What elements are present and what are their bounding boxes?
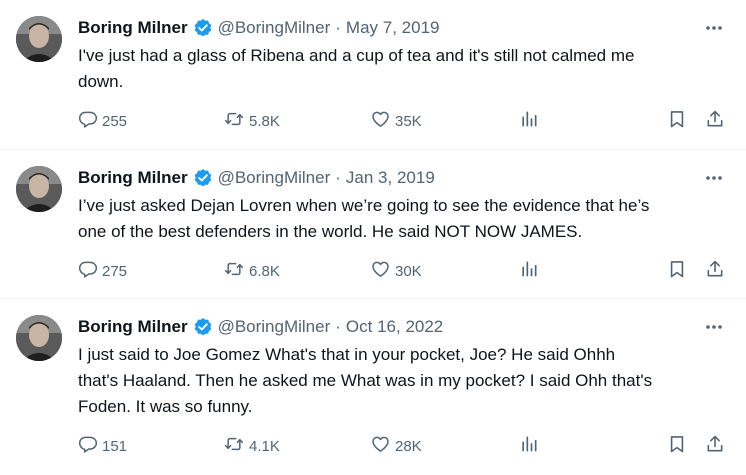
reply-icon <box>78 434 102 458</box>
more-icon[interactable] <box>702 18 726 38</box>
bookmark-button[interactable] <box>667 432 691 460</box>
bookmark-icon <box>667 259 691 283</box>
timestamp[interactable]: Oct 16, 2022 <box>346 317 443 337</box>
reply-count: 275 <box>102 262 128 280</box>
reply-button[interactable]: 151 <box>78 432 127 460</box>
bookmark-button[interactable] <box>667 257 691 285</box>
separator: · <box>335 168 341 187</box>
separator: · <box>335 317 341 336</box>
timestamp[interactable]: Jan 3, 2019 <box>346 168 435 188</box>
retweet-button[interactable]: 6.8K <box>223 257 280 285</box>
reply-count: 151 <box>102 437 128 455</box>
retweet-count: 5.8K <box>249 112 280 130</box>
like-count: 28K <box>395 437 422 455</box>
tweet-header: Boring Milner @BoringMilner · May 7, 201… <box>78 13 730 43</box>
share-icon <box>705 434 729 458</box>
views-icon <box>519 259 543 283</box>
like-button[interactable]: 28K <box>370 432 422 460</box>
like-button[interactable]: 30K <box>370 257 422 285</box>
tweet-text: I’ve just asked Dejan Lovren when we’re … <box>78 196 650 241</box>
like-count: 30K <box>395 262 422 280</box>
avatar[interactable] <box>16 16 62 62</box>
separator: · <box>335 18 341 37</box>
views-button[interactable] <box>519 432 543 460</box>
more-icon[interactable] <box>702 168 726 188</box>
like-count: 35K <box>395 112 422 130</box>
like-button[interactable]: 35K <box>370 107 422 135</box>
reply-count: 255 <box>102 112 128 130</box>
handle[interactable]: @BoringMilner <box>218 317 331 337</box>
share-button[interactable] <box>705 257 729 285</box>
retweet-icon <box>223 109 249 133</box>
tweet[interactable]: Boring Milner @BoringMilner · Jan 3, 201… <box>0 150 746 299</box>
action-bar: 151 4.1K 28K <box>78 432 730 460</box>
retweet-icon <box>223 434 249 458</box>
handle[interactable]: @BoringMilner <box>218 168 331 188</box>
display-name[interactable]: Boring Milner <box>78 18 188 38</box>
action-bar: 255 5.8K 35K <box>78 107 730 135</box>
like-icon <box>370 434 395 458</box>
tweet-feed: Boring Milner @BoringMilner · May 7, 201… <box>0 0 746 475</box>
retweet-button[interactable]: 5.8K <box>223 107 280 135</box>
verified-badge-icon <box>193 18 213 38</box>
avatar[interactable] <box>16 315 62 361</box>
views-icon <box>519 109 543 133</box>
display-name[interactable]: Boring Milner <box>78 317 188 337</box>
reply-button[interactable]: 255 <box>78 107 127 135</box>
tweet[interactable]: Boring Milner @BoringMilner · May 7, 201… <box>0 0 746 150</box>
tweet[interactable]: Boring Milner @BoringMilner · Oct 16, 20… <box>0 299 746 475</box>
more-icon[interactable] <box>702 317 726 337</box>
retweet-button[interactable]: 4.1K <box>223 432 280 460</box>
bookmark-button[interactable] <box>667 107 691 135</box>
verified-badge-icon <box>193 168 213 188</box>
share-button[interactable] <box>705 432 729 460</box>
action-bar: 275 6.8K 30K <box>78 257 730 285</box>
retweet-count: 4.1K <box>249 437 280 455</box>
like-icon <box>370 259 395 283</box>
views-button[interactable] <box>519 257 543 285</box>
views-icon <box>519 434 543 458</box>
bookmark-icon <box>667 109 691 133</box>
tweet-header: Boring Milner @BoringMilner · Oct 16, 20… <box>78 312 730 342</box>
bookmark-icon <box>667 434 691 458</box>
reply-button[interactable]: 275 <box>78 257 127 285</box>
tweet-text: I've just had a glass of Ribena and a cu… <box>78 46 635 91</box>
avatar[interactable] <box>16 166 62 212</box>
retweet-count: 6.8K <box>249 262 280 280</box>
share-button[interactable] <box>705 107 729 135</box>
display-name[interactable]: Boring Milner <box>78 168 188 188</box>
like-icon <box>370 109 395 133</box>
reply-icon <box>78 109 102 133</box>
tweet-header: Boring Milner @BoringMilner · Jan 3, 201… <box>78 163 730 193</box>
handle[interactable]: @BoringMilner <box>218 18 331 38</box>
views-button[interactable] <box>519 107 543 135</box>
retweet-icon <box>223 259 249 283</box>
reply-icon <box>78 259 102 283</box>
tweet-text: I just said to Joe Gomez What's that in … <box>78 345 653 416</box>
verified-badge-icon <box>193 317 213 337</box>
share-icon <box>705 259 729 283</box>
timestamp[interactable]: May 7, 2019 <box>346 18 440 38</box>
share-icon <box>705 109 729 133</box>
